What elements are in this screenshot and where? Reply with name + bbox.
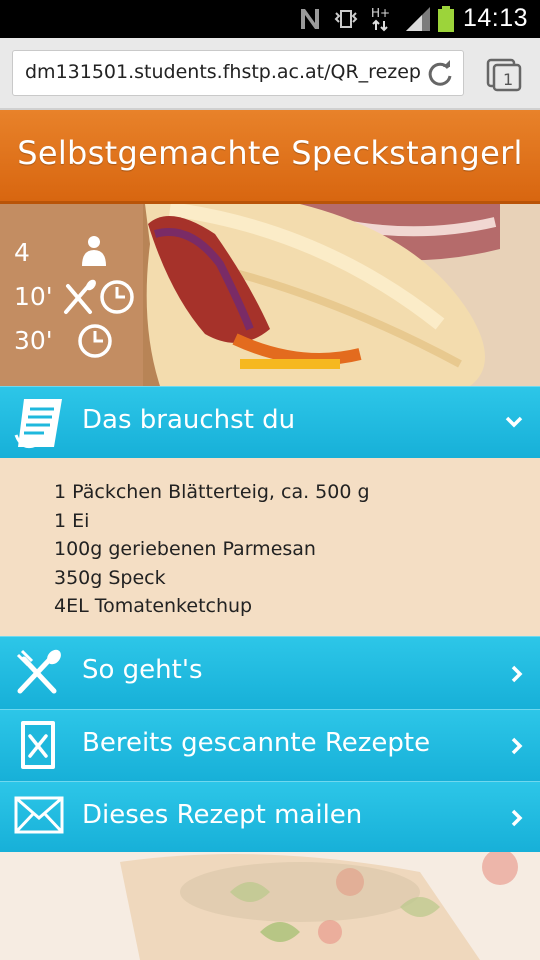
svg-text:1: 1 [503, 70, 513, 89]
ingredients-label: Das brauchst du [82, 405, 296, 435]
battery-icon [438, 6, 454, 32]
address-bar[interactable]: dm131501.students.fhstp.ac.at/QR_rezept [12, 50, 464, 96]
recipe-header: Selbstgemachte Speckstangerl [0, 110, 540, 204]
browser-toolbar: dm131501.students.fhstp.ac.at/QR_rezept … [0, 38, 540, 110]
list-icon [14, 399, 62, 449]
url-text[interactable]: dm131501.students.fhstp.ac.at/QR_rezept [25, 61, 420, 83]
decorative-food-illustration [0, 852, 540, 960]
total-time-value: 30' [14, 326, 53, 355]
servings-row: 4 [14, 234, 139, 272]
recipe-book-icon [21, 721, 55, 769]
ingredient-item: 4EL Tomatenketchup [54, 595, 253, 617]
mail-recipe-section[interactable]: Dieses Rezept mailen [0, 781, 540, 852]
ingredient-item: 350g Speck [54, 566, 166, 589]
utensils-clock-icon [64, 279, 134, 314]
ingredient-item: 100g geriebenen Parmesan [54, 538, 316, 560]
envelope-icon [14, 796, 64, 834]
instructions-section[interactable]: So geht's [0, 636, 540, 709]
signal-icon [406, 7, 430, 31]
scanned-recipes-section[interactable]: Bereits gescannte Rezepte [0, 709, 540, 781]
total-time-row: 30' [14, 322, 139, 360]
status-bar: H+ 14:13 [0, 0, 540, 38]
notification-n-icon [301, 9, 319, 29]
scanned-recipes-label: Bereits gescannte Rezepte [82, 728, 431, 758]
servings-value: 4 [14, 238, 30, 267]
recipe-info-panel: 4 10' 30' [0, 204, 143, 386]
mail-recipe-label: Dieses Rezept mailen [82, 800, 363, 830]
svg-text:H+: H+ [371, 6, 390, 20]
instructions-label: So geht's [82, 655, 203, 685]
ingredients-list-panel: 1 Päckchen Blätterteig, ca. 500 g 1 Ei 1… [0, 458, 540, 636]
chevron-right-icon[interactable] [510, 664, 524, 684]
data-hplus-icon: H+ [371, 6, 390, 32]
salad-illustration [120, 852, 518, 960]
utensils-icon [16, 649, 61, 694]
ingredient-item: 1 Ei [54, 509, 90, 532]
prep-time-value: 10' [14, 282, 53, 311]
ingredients-list: 1 Päckchen Blätterteig, ca. 500 g 1 Ei 1… [54, 478, 370, 621]
chevron-right-icon[interactable] [510, 736, 524, 756]
status-clock: 14:13 [462, 4, 528, 32]
chevron-right-icon[interactable] [510, 808, 524, 828]
ingredients-section-header[interactable]: Das brauchst du [0, 386, 540, 458]
page-title: Selbstgemachte Speckstangerl [17, 134, 523, 172]
tabs-icon[interactable]: 1 [486, 58, 522, 92]
person-icon [82, 236, 106, 266]
clock-icon [78, 324, 112, 358]
chevron-down-icon[interactable] [504, 415, 524, 429]
ingredient-item: 1 Päckchen Blätterteig, ca. 500 g [54, 481, 370, 503]
prep-time-row: 10' [14, 278, 139, 316]
recipe-hero-image: 4 10' 30' [0, 204, 540, 386]
reload-icon[interactable] [425, 59, 455, 89]
vibrate-icon [334, 10, 358, 28]
